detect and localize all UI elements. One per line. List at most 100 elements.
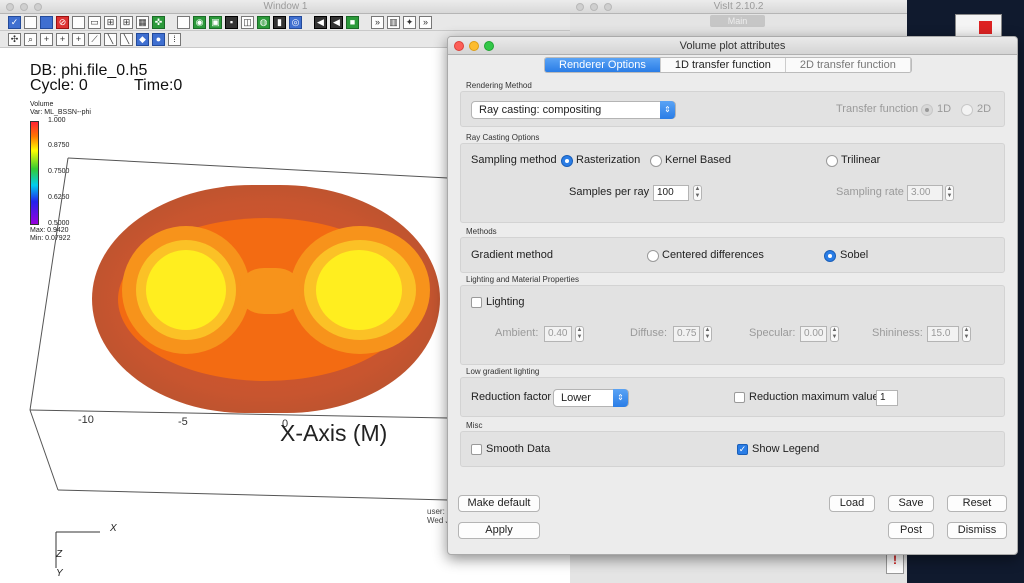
tab-bar: Renderer Options 1D transfer function 2D…	[544, 57, 912, 73]
sobel-radio[interactable]	[824, 250, 836, 262]
show-legend-checkbox[interactable]: ✓	[737, 444, 748, 455]
rendering-method-group: Ray casting: compositing ⇕ Transfer func…	[460, 91, 1005, 127]
volume-bridge	[240, 268, 300, 314]
tab-renderer-options[interactable]: Renderer Options	[545, 58, 661, 72]
sampling-rate-input[interactable]: 3.00	[907, 185, 943, 201]
node-pick-icon[interactable]: +	[56, 32, 69, 46]
sphere-tool-icon[interactable]: ●	[152, 32, 165, 46]
shininess-stepper[interactable]: ▲ ▼	[962, 326, 971, 342]
save-image-icon[interactable]: ▪	[225, 15, 238, 29]
minimize-icon[interactable]	[20, 3, 28, 11]
specular-stepper[interactable]: ▲ ▼	[830, 326, 839, 342]
zoom-icon[interactable]	[34, 3, 42, 11]
more-tools-icon[interactable]: »	[371, 15, 384, 29]
zoom-icon[interactable]	[604, 3, 612, 11]
tab-2d-transfer-function[interactable]: 2D transfer function	[786, 58, 911, 72]
zoom-icon[interactable]	[484, 41, 494, 51]
layout-2-icon[interactable]: ▭	[88, 15, 101, 29]
load-button[interactable]: Load	[829, 495, 875, 512]
minimize-icon[interactable]	[590, 3, 598, 11]
axis-restriction-icon[interactable]: ⁞	[168, 32, 181, 46]
specular-input[interactable]: 0.00	[800, 326, 827, 342]
print-icon[interactable]: ▣	[209, 15, 222, 29]
point-tool-icon[interactable]: ╲	[120, 32, 133, 46]
trilinear-radio[interactable]	[826, 155, 838, 167]
copy-image-icon[interactable]: ◫	[241, 15, 254, 29]
samples-per-ray-stepper[interactable]: ▲ ▼	[693, 185, 702, 201]
overflow-icon[interactable]: »	[419, 15, 432, 29]
reduction-max-checkbox[interactable]	[734, 392, 745, 403]
reduction-max-input[interactable]: 1	[876, 390, 898, 406]
spreadsheet-icon[interactable]: ▥	[387, 15, 400, 29]
rendering-method-select[interactable]: Ray casting: compositing ⇕	[471, 101, 676, 119]
box-tool-icon[interactable]: ◆	[136, 32, 149, 46]
plane-tool-icon[interactable]: ╲	[104, 32, 117, 46]
wizard-icon[interactable]: ✦	[403, 15, 416, 29]
lineout-icon[interactable]: ▮	[273, 15, 286, 29]
x-tick-label: -5	[178, 416, 188, 428]
shininess-input[interactable]: 15.0	[927, 326, 959, 342]
tf-2d-radio[interactable]	[961, 104, 973, 116]
globe-icon[interactable]: ◎	[289, 15, 302, 29]
smooth-data-checkbox[interactable]	[471, 444, 482, 455]
chevron-updown-icon: ⇕	[613, 389, 628, 407]
window1-toolbar-row1: ✓ ⊘ ▭ ⊞ ⊞ ▦ ✜ ◉ ▣ ▪ ◫ ◍ ▮ ◎ ◀ ◀ ■ » ▥ ✦ …	[0, 14, 571, 31]
tab-1d-transfer-function[interactable]: 1D transfer function	[661, 58, 786, 72]
window1-titlebar[interactable]: Window 1	[0, 0, 571, 14]
diffuse-input[interactable]: 0.75	[673, 326, 700, 342]
dialog-titlebar[interactable]: Volume plot attributes	[448, 37, 1017, 55]
reverse-play-icon[interactable]: ◀	[330, 15, 343, 29]
layout-1-icon[interactable]	[72, 15, 85, 29]
camera-icon[interactable]: ◉	[193, 15, 206, 29]
view-icon[interactable]	[177, 15, 190, 29]
copy-window-icon[interactable]	[40, 15, 53, 29]
make-default-button[interactable]: Make default	[458, 495, 540, 512]
stop-icon[interactable]: ■	[346, 15, 359, 29]
misc-group: Smooth Data ✓ Show Legend	[460, 431, 1005, 467]
reduction-factor-select[interactable]: Lower ⇕	[553, 389, 629, 407]
tf-1d-radio[interactable]	[921, 104, 933, 116]
shininess-label: Shininess:	[872, 327, 923, 339]
checklist-icon[interactable]: ✓	[8, 15, 21, 29]
zone-pick-icon[interactable]: +	[40, 32, 53, 46]
reset-button[interactable]: Reset	[947, 495, 1007, 512]
spreadsheet-pick-icon[interactable]: +	[72, 32, 85, 46]
ambient-label: Ambient:	[495, 327, 539, 339]
dismiss-button[interactable]: Dismiss	[947, 522, 1007, 539]
reverse-step-icon[interactable]: ◀	[314, 15, 327, 29]
clear-icon[interactable]: ⊘	[56, 15, 69, 29]
post-button[interactable]: Post	[888, 522, 934, 539]
rasterization-radio[interactable]	[561, 155, 573, 167]
transfer-function-label: Transfer function	[836, 103, 919, 115]
layout-9-icon[interactable]: ▦	[136, 15, 149, 29]
x-axis-title: X-Axis (M)	[280, 420, 388, 446]
diffuse-stepper[interactable]: ▲ ▼	[703, 326, 712, 342]
centered-differences-radio[interactable]	[647, 250, 659, 262]
apply-button[interactable]: Apply	[458, 522, 540, 539]
line-tool-icon[interactable]: ⟋	[88, 32, 101, 46]
sampling-rate-stepper[interactable]: ▲ ▼	[945, 185, 954, 201]
close-icon[interactable]	[6, 3, 14, 11]
lock-view-icon[interactable]: ✜	[152, 15, 165, 29]
warning-icon[interactable]: !	[886, 552, 904, 574]
ray-casting-section-label: Ray Casting Options	[466, 133, 540, 142]
kernel-based-label: Kernel Based	[665, 154, 732, 166]
close-icon[interactable]	[454, 41, 464, 51]
rendering-method-section-label: Rendering Method	[466, 81, 532, 90]
visit-main-titlebar[interactable]: VisIt 2.10.2	[570, 0, 907, 14]
layout-4-icon[interactable]: ⊞	[104, 15, 117, 29]
minimize-icon[interactable]	[469, 41, 479, 51]
close-icon[interactable]	[576, 3, 584, 11]
lighting-checkbox[interactable]	[471, 297, 482, 308]
navigate-icon[interactable]: ✣	[8, 32, 21, 46]
layout-8-icon[interactable]: ⊞	[120, 15, 133, 29]
kernel-based-radio[interactable]	[650, 155, 662, 167]
tab-main[interactable]: Main	[710, 15, 765, 27]
ambient-stepper[interactable]: ▲ ▼	[575, 326, 584, 342]
new-window-icon[interactable]	[24, 15, 37, 29]
zoom-tool-icon[interactable]: ⌕	[24, 32, 37, 46]
samples-per-ray-input[interactable]: 100	[653, 185, 689, 201]
pick-icon[interactable]: ◍	[257, 15, 270, 29]
ambient-input[interactable]: 0.40	[544, 326, 572, 342]
save-button[interactable]: Save	[888, 495, 934, 512]
